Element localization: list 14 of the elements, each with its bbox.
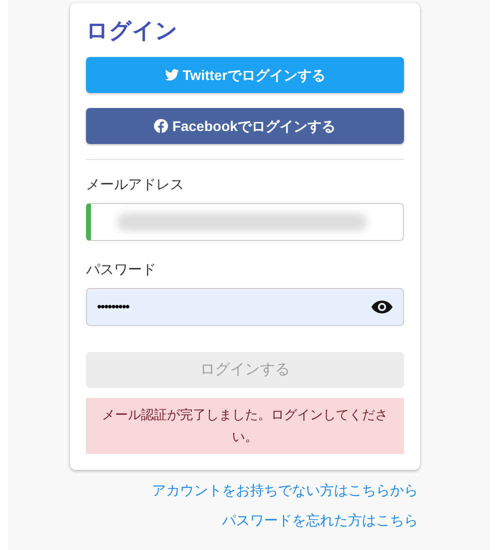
password-label: パスワード (86, 260, 157, 279)
password-field[interactable]: ••••••••• (86, 288, 404, 326)
page-title: ログイン (86, 17, 179, 45)
text-link[interactable]: アカウントをお持ちでない方はこちらから (152, 480, 418, 500)
password-value: ••••••••• (97, 298, 129, 316)
eye-icon[interactable] (371, 299, 393, 315)
facebook-login-button[interactable]: Facebookでログインする (86, 108, 404, 144)
facebook-icon (154, 119, 168, 133)
success-message: メール認証が完了しました。ログインしてください。 (86, 398, 404, 454)
bird-icon (164, 69, 179, 81)
email-label: メールアドレス (86, 175, 185, 194)
email-field[interactable] (86, 203, 404, 241)
text-link[interactable]: パスワードを忘れた方はこちら (222, 510, 418, 530)
twitter-login-button[interactable]: Twitterでログインする (86, 57, 404, 93)
